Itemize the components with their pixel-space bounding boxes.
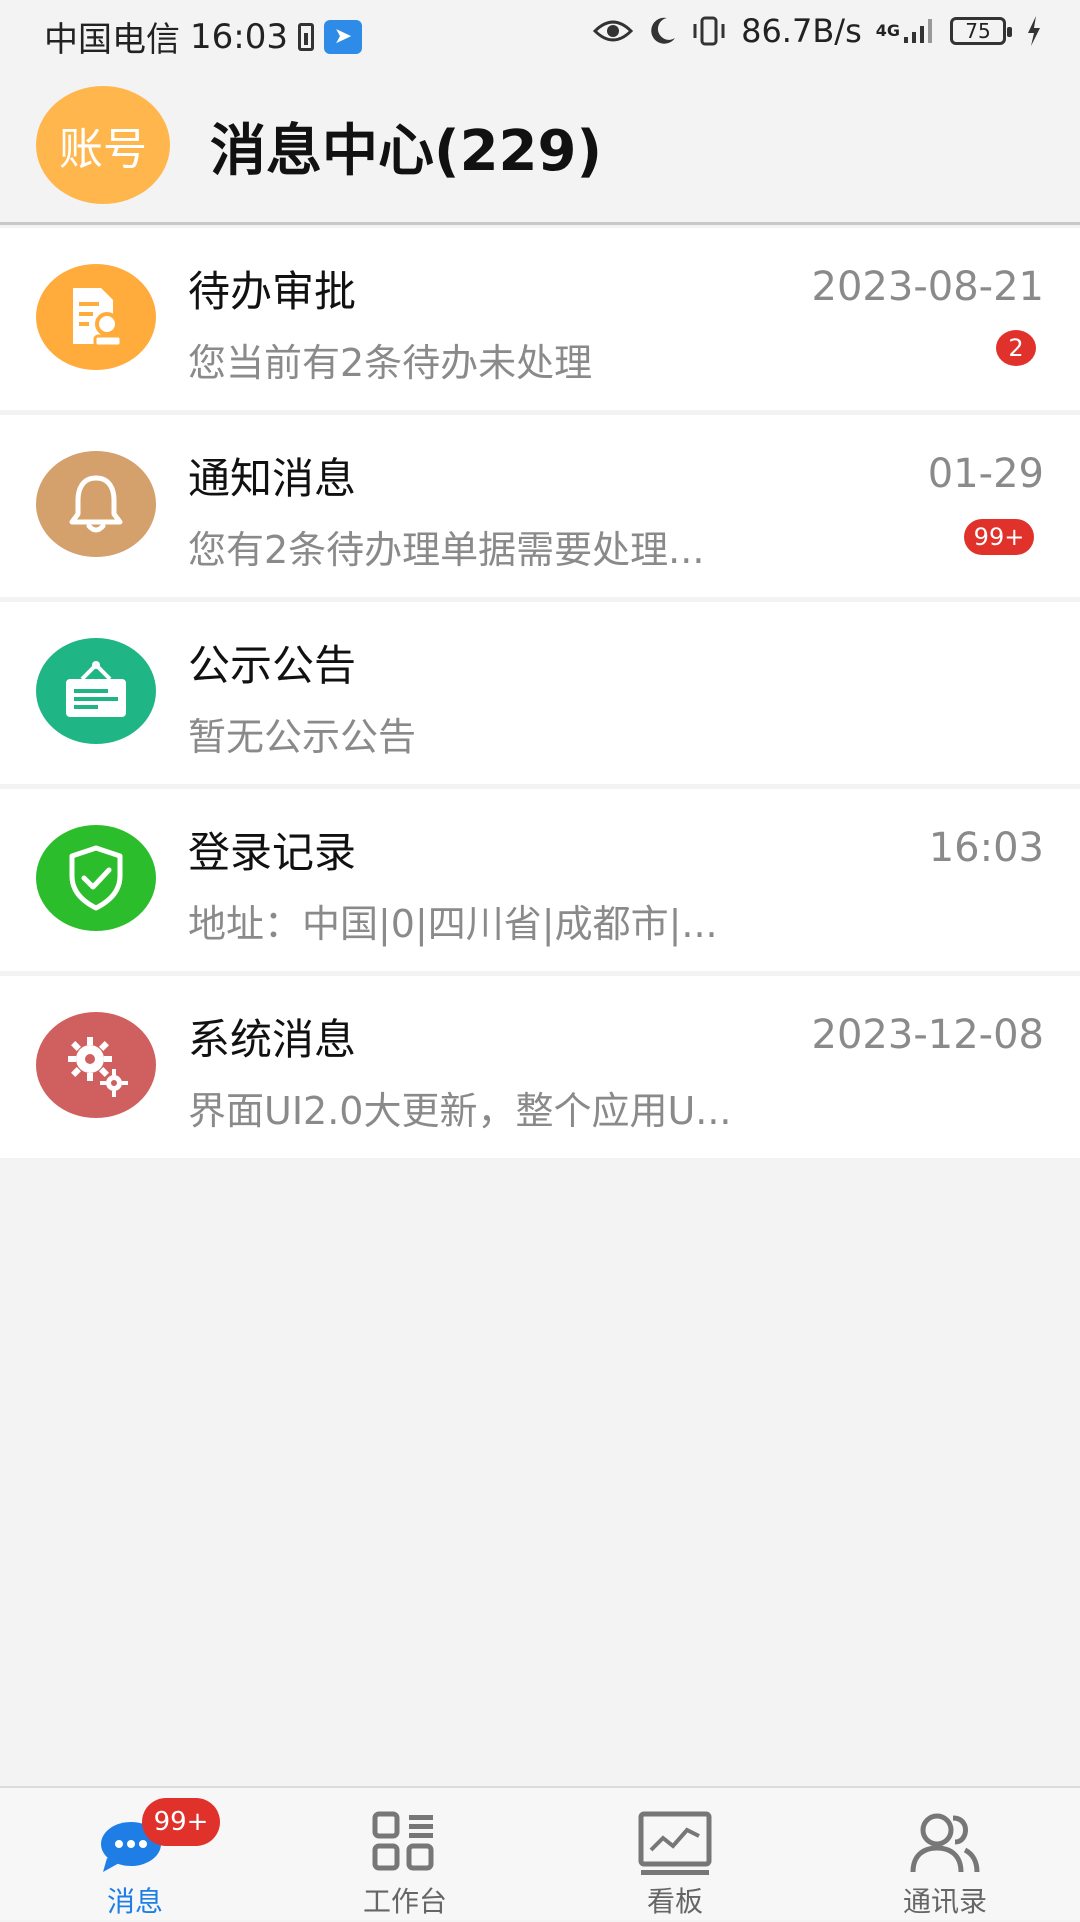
message-subtitle: 暂无公示公告 — [188, 715, 417, 759]
header: 账号 消息中心(229) — [0, 70, 1080, 225]
message-title: 公示公告 — [188, 641, 357, 690]
bell-icon — [36, 451, 156, 557]
message-item-approval[interactable]: 待办审批 您当前有2条待办未处理 2023-08-21 2 — [0, 228, 1080, 410]
message-subtitle: 您当前有2条待办未处理 — [188, 341, 593, 385]
grid-list-icon — [365, 1806, 445, 1880]
status-bar: 中国电信 16:03 ➤ 86.7B/s 4G 75 — [0, 0, 1080, 64]
nav-tab-messages[interactable]: 99+ 消息 — [0, 1788, 270, 1922]
bottom-nav: 99+ 消息 工作台 看板 通讯录 — [0, 1786, 1080, 1920]
message-title: 系统消息 — [188, 1015, 357, 1064]
carrier-text: 中国电信 — [44, 20, 180, 60]
message-date: 16:03 — [928, 825, 1044, 871]
app-icon: ➤ — [323, 19, 362, 54]
nav-unread-badge: 99+ — [142, 1798, 220, 1846]
message-title: 登录记录 — [188, 828, 357, 877]
moon-icon — [647, 16, 677, 46]
message-item-bulletin[interactable]: 公示公告 暂无公示公告 — [0, 602, 1080, 784]
status-time: 16:03 — [190, 16, 288, 57]
message-item-login-record[interactable]: 登录记录 地址：中国|0|四川省|成都市|... 16:03 — [0, 789, 1080, 971]
message-subtitle: 界面UI2.0大更新，整个应用U... — [188, 1089, 732, 1133]
avatar-text: 账号 — [59, 124, 147, 175]
message-item-system[interactable]: 系统消息 界面UI2.0大更新，整个应用U... 2023-12-08 — [0, 976, 1080, 1158]
charging-icon — [1026, 16, 1042, 46]
nav-tab-dashboard[interactable]: 看板 — [540, 1788, 810, 1922]
nav-label: 看板 — [646, 1885, 703, 1918]
message-date: 2023-12-08 — [811, 1012, 1044, 1058]
unread-badge: 2 — [996, 330, 1036, 366]
gears-icon — [36, 1012, 156, 1118]
message-date: 01-29 — [927, 451, 1044, 497]
chart-board-icon — [635, 1806, 715, 1880]
nav-label: 消息 — [106, 1885, 163, 1918]
nav-label: 通讯录 — [902, 1885, 987, 1918]
message-subtitle: 您有2条待办理单据需要处理... — [188, 528, 705, 572]
approval-doc-icon — [36, 264, 156, 370]
signal-label: 4G — [875, 21, 900, 40]
account-avatar[interactable]: 账号 — [36, 86, 170, 204]
nav-tab-contacts[interactable]: 通讯录 — [810, 1788, 1080, 1922]
nav-tab-workbench[interactable]: 工作台 — [270, 1788, 540, 1922]
eye-icon — [593, 17, 634, 45]
shield-check-icon — [36, 825, 156, 931]
page-title: 消息中心(229) — [210, 119, 603, 184]
nav-label: 工作台 — [362, 1885, 447, 1918]
message-item-notice[interactable]: 通知消息 您有2条待办理单据需要处理... 01-29 99+ — [0, 415, 1080, 597]
message-title: 通知消息 — [188, 454, 357, 503]
battery-level: 75 — [965, 19, 991, 43]
signboard-icon — [36, 638, 156, 744]
contacts-icon — [905, 1806, 985, 1880]
unread-badge: 99+ — [964, 519, 1034, 555]
net-speed: 86.7B/s — [741, 12, 862, 50]
vibrate-icon — [691, 16, 727, 46]
message-date: 2023-08-21 — [811, 264, 1044, 310]
message-subtitle: 地址：中国|0|四川省|成都市|... — [188, 902, 718, 946]
battery-icon: 75 — [950, 17, 1012, 45]
message-title: 待办审批 — [188, 267, 357, 316]
battery-small-icon — [297, 22, 314, 51]
signal-icon: 4G — [876, 17, 936, 45]
message-list: 待办审批 您当前有2条待办未处理 2023-08-21 2 通知消息 您有2条待… — [0, 228, 1080, 1163]
